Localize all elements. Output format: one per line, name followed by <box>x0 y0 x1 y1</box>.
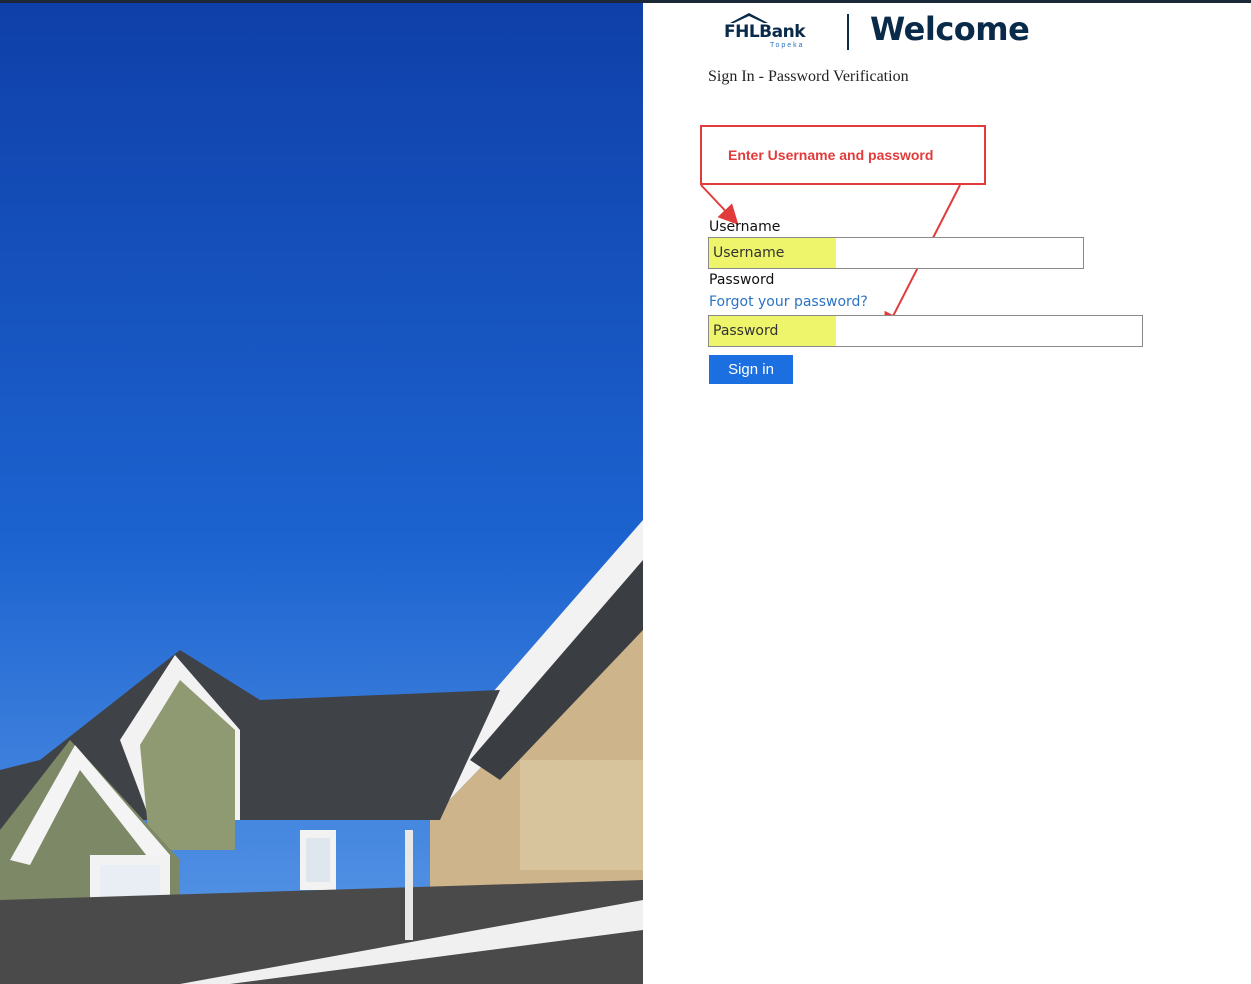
annotation-text: Enter Username and password <box>728 147 934 163</box>
annotation-callout: Enter Username and password <box>700 125 986 185</box>
username-label: Username <box>709 219 781 235</box>
sign-in-button[interactable]: Sign in <box>709 355 793 384</box>
brand-name: FHLBank <box>724 22 806 42</box>
forgot-password-link[interactable]: Forgot your password? <box>709 294 868 310</box>
fhlbank-logo: FHLBank Topeka <box>724 12 834 52</box>
password-label: Password <box>709 272 775 288</box>
username-field-box <box>708 237 1084 269</box>
brand-sub: Topeka <box>770 42 805 49</box>
hero-image <box>0 0 643 984</box>
password-field-box <box>708 315 1143 347</box>
password-input[interactable] <box>709 316 1142 346</box>
page-title: Welcome <box>870 10 1030 48</box>
page-subtitle: Sign In - Password Verification <box>708 68 909 85</box>
username-input[interactable] <box>709 238 1083 268</box>
arrow-to-username <box>700 184 739 225</box>
header-divider <box>847 14 849 50</box>
top-border <box>0 0 1251 3</box>
